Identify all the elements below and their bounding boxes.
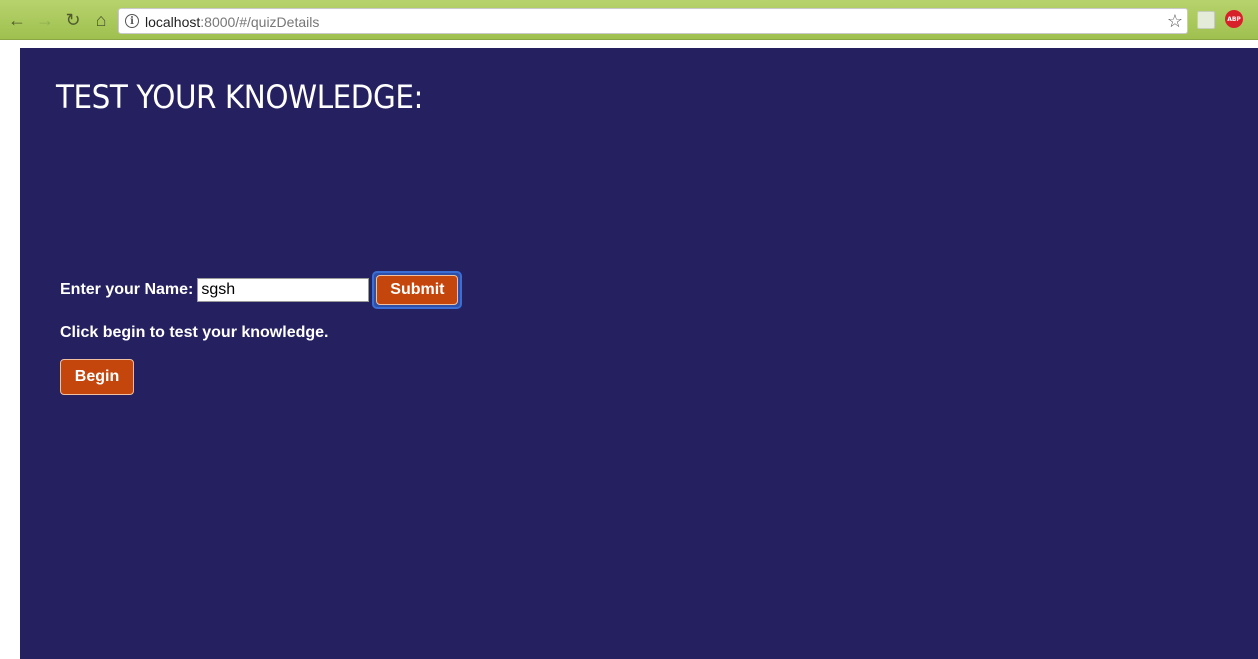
info-icon[interactable]: i	[125, 14, 139, 28]
forward-icon[interactable]: →	[34, 9, 56, 31]
submit-focus-ring: Submit	[372, 271, 463, 309]
instruction-text: Click begin to test your knowledge.	[60, 324, 329, 341]
address-bar[interactable]: i localhost:8000/#/quizDetails ☆	[118, 8, 1188, 34]
begin-button[interactable]: Begin	[60, 359, 134, 395]
browser-toolbar: ← → ↻ ⌂ i localhost:8000/#/quizDetails ☆…	[0, 0, 1258, 40]
page-content: TEST YOUR KNOWLEDGE: Enter your Name: Su…	[20, 48, 1258, 659]
url-host: localhost	[145, 14, 201, 30]
page-title: TEST YOUR KNOWLEDGE:	[56, 78, 423, 116]
back-icon[interactable]: ←	[6, 9, 28, 31]
submit-button[interactable]: Submit	[376, 275, 459, 305]
home-icon[interactable]: ⌂	[90, 9, 112, 31]
name-label: Enter your Name:	[60, 281, 194, 298]
star-icon[interactable]: ☆	[1167, 11, 1183, 32]
extension-icon[interactable]	[1197, 11, 1215, 29]
name-input[interactable]	[197, 278, 370, 302]
url-text[interactable]: localhost:8000/#/quizDetails	[145, 14, 319, 30]
adblock-plus-icon[interactable]: ABP	[1225, 10, 1243, 28]
reload-icon[interactable]: ↻	[62, 9, 84, 31]
name-form: Enter your Name: Submit	[60, 271, 463, 309]
url-path: :8000/#/quizDetails	[200, 14, 320, 30]
